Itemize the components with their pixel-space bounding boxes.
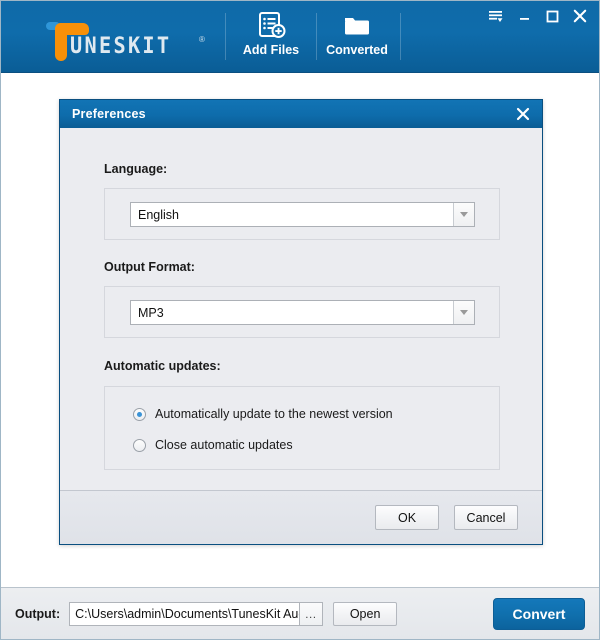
open-button[interactable]: Open: [333, 601, 398, 626]
radio-close-updates[interactable]: Close automatic updates: [133, 438, 293, 452]
main-content-area: Preferences Language: English Output For…: [1, 73, 599, 587]
add-files-icon: [256, 11, 286, 40]
minimize-icon[interactable]: [511, 4, 537, 28]
automatic-updates-group: Automatically update to the newest versi…: [104, 386, 500, 470]
output-path-group: C:\Users\admin\Documents\TunesKit Audio …: [69, 601, 324, 626]
output-bar: Output: C:\Users\admin\Documents\TunesKi…: [1, 587, 599, 639]
window-controls: [483, 1, 593, 31]
chevron-down-icon[interactable]: [453, 203, 474, 226]
language-group: English: [104, 188, 500, 240]
radio-icon-unselected: [133, 438, 146, 452]
converted-button[interactable]: Converted: [326, 11, 388, 63]
output-format-group: MP3: [104, 286, 500, 338]
toolbar-separator-2: [316, 13, 317, 60]
radio-icon-selected: [133, 407, 146, 421]
radio-auto-update-label: Automatically update to the newest versi…: [155, 407, 393, 421]
output-path-input[interactable]: C:\Users\admin\Documents\TunesKit Audio: [69, 601, 300, 626]
maximize-icon[interactable]: [539, 4, 565, 28]
converted-label: Converted: [326, 43, 388, 57]
language-select[interactable]: English: [130, 202, 475, 227]
output-format-select[interactable]: MP3: [130, 300, 475, 325]
add-files-label: Add Files: [242, 43, 300, 57]
logo-wordmark: UNESKIT: [70, 34, 172, 59]
toolbar-separator-1: [225, 13, 226, 60]
language-label: Language:: [104, 162, 168, 176]
convert-button[interactable]: Convert: [493, 598, 585, 630]
preferences-footer: OK Cancel: [60, 490, 542, 544]
logo-trademark: ®: [199, 35, 205, 44]
folder-icon: [342, 11, 372, 40]
automatic-updates-label: Automatic updates:: [104, 359, 221, 373]
preferences-dialog: Preferences Language: English Output For…: [59, 99, 543, 545]
cancel-button[interactable]: Cancel: [454, 505, 518, 530]
radio-auto-update[interactable]: Automatically update to the newest versi…: [133, 407, 393, 421]
preferences-body: Language: English Output Format: MP3 Aut…: [60, 128, 542, 490]
toolbar-separator-3: [400, 13, 401, 60]
output-format-selected-value: MP3: [138, 305, 164, 320]
close-icon[interactable]: [567, 4, 593, 28]
add-files-button[interactable]: Add Files: [239, 11, 303, 63]
ok-button[interactable]: OK: [375, 505, 439, 530]
output-label: Output:: [15, 606, 61, 621]
app-titlebar: UNESKIT ® Add Files Converted: [1, 1, 599, 73]
app-logo: UNESKIT ®: [23, 15, 205, 61]
chevron-down-icon[interactable]: [453, 301, 474, 324]
preferences-titlebar: Preferences: [60, 100, 542, 128]
language-selected-value: English: [138, 207, 179, 222]
menu-icon[interactable]: [483, 4, 509, 28]
radio-close-updates-label: Close automatic updates: [155, 438, 293, 452]
output-format-label: Output Format:: [104, 260, 195, 274]
app-window: UNESKIT ® Add Files Converted Preference…: [0, 0, 600, 640]
preferences-title: Preferences: [72, 107, 146, 121]
browse-button[interactable]: …: [299, 601, 324, 626]
dialog-close-icon[interactable]: [513, 104, 533, 124]
